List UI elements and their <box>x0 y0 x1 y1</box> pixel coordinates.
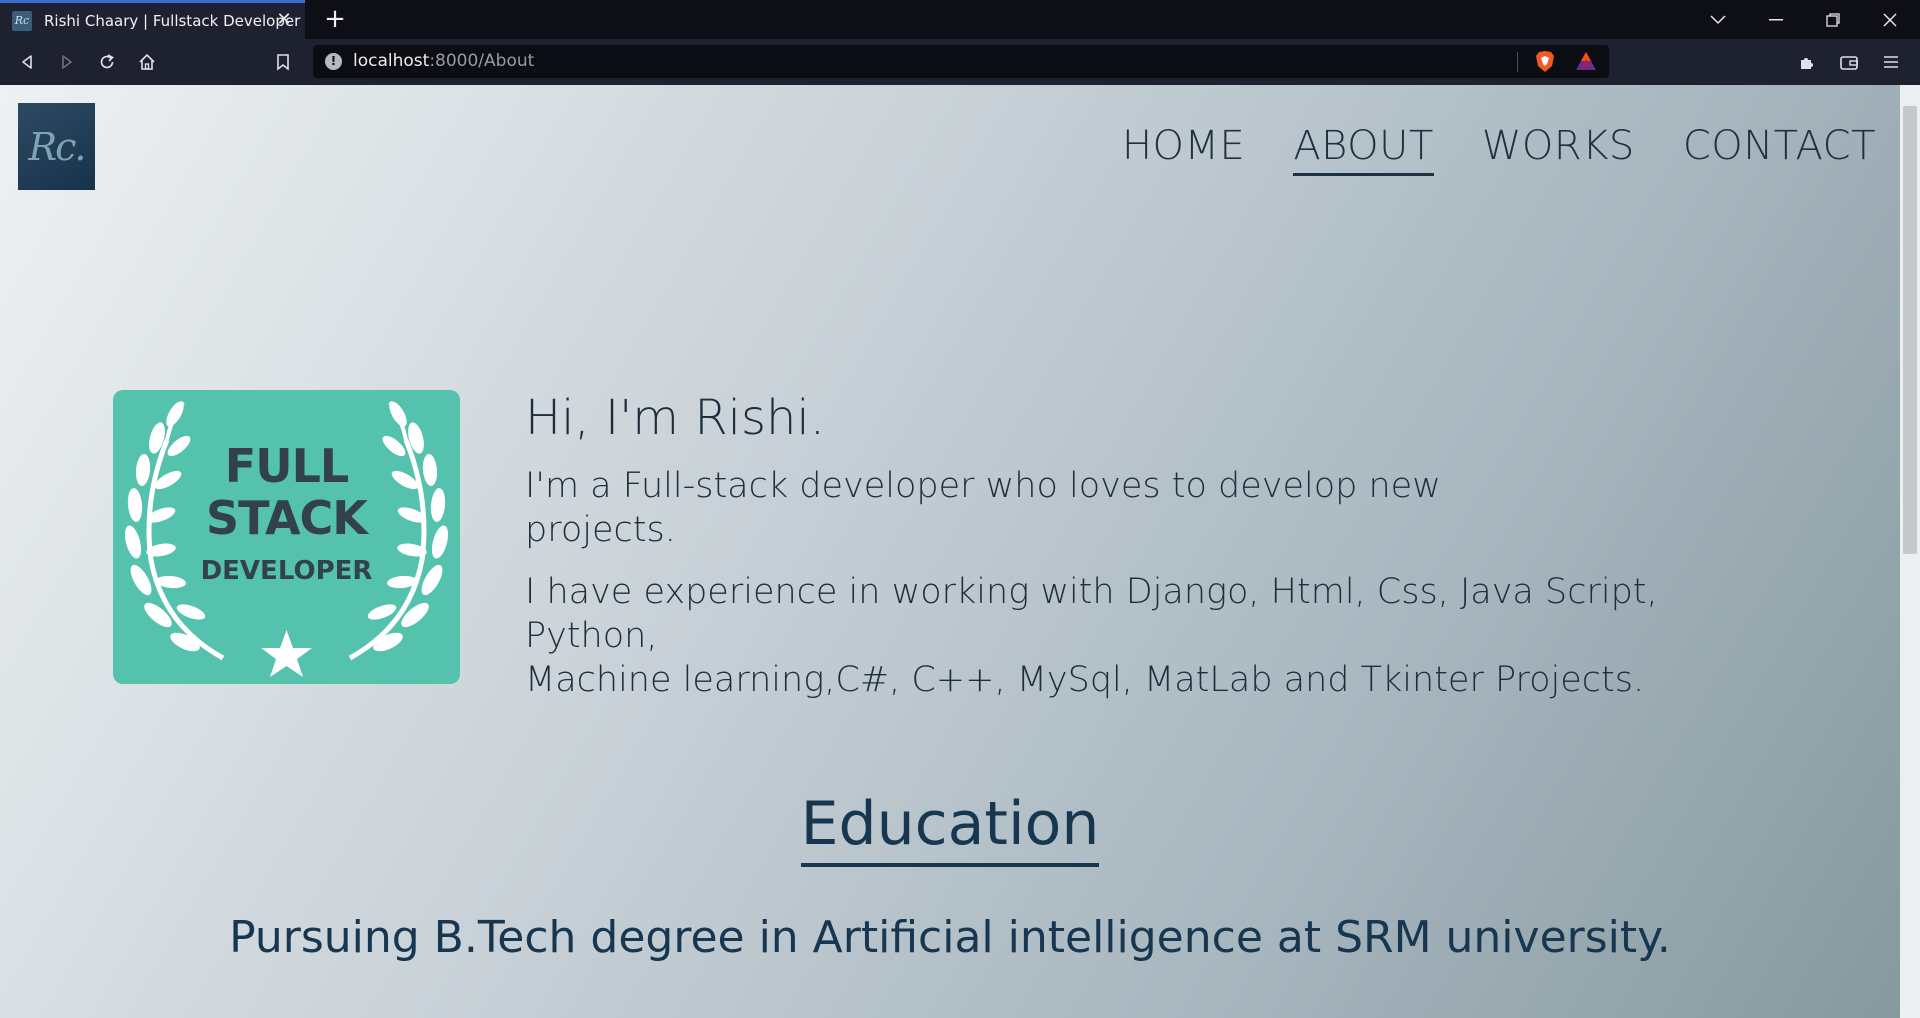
tab-search-icon[interactable] <box>1690 0 1746 39</box>
new-tab-button[interactable]: + <box>320 4 350 34</box>
reload-icon[interactable] <box>92 47 122 77</box>
address-bar-divider <box>1517 52 1518 72</box>
education-text: Pursuing B.Tech degree in Artificial int… <box>229 912 1671 963</box>
url-path: :8000/About <box>429 51 535 71</box>
main-nav: HOME ABOUT WORKS CONTACT <box>1122 123 1876 176</box>
logo-text: Rc. <box>28 124 87 169</box>
url-host: localhost <box>353 51 430 71</box>
badge-line-full: FULL <box>225 439 349 493</box>
nav-home[interactable]: HOME <box>1122 123 1245 176</box>
education-section: Education <box>0 785 1900 867</box>
page-viewport: Rc. HOME ABOUT WORKS CONTACT FULL STACK … <box>0 85 1900 1018</box>
active-tab[interactable]: Rc Rishi Chaary | Fullstack Developer ✕ <box>0 0 305 39</box>
star-icon <box>261 630 312 677</box>
fullstack-developer-badge: FULL STACK DEVELOPER <box>113 390 460 684</box>
extensions-icon[interactable] <box>1792 47 1822 77</box>
tab-strip: Rc Rishi Chaary | Fullstack Developer ✕ … <box>0 0 1920 39</box>
site-logo[interactable]: Rc. <box>18 103 95 190</box>
wallet-icon[interactable] <box>1834 47 1864 77</box>
bat-rewards-icon[interactable] <box>1575 51 1597 72</box>
experience-line-1: I have experience in working with Django… <box>525 572 1658 656</box>
menu-icon[interactable] <box>1876 47 1906 77</box>
back-icon[interactable] <box>12 47 42 77</box>
nav-about[interactable]: ABOUT <box>1293 123 1434 176</box>
url-text[interactable]: localhost:8000/About <box>353 51 534 71</box>
badge-line-developer: DEVELOPER <box>201 556 373 586</box>
tab-title: Rishi Chaary | Fullstack Developer <box>44 12 301 30</box>
experience-line-2: Machine learning,C#, C++, MySql, MatLab … <box>525 660 1645 700</box>
nav-contact[interactable]: CONTACT <box>1683 123 1876 176</box>
nav-works[interactable]: WORKS <box>1482 123 1635 176</box>
address-bar[interactable]: ! localhost:8000/About <box>313 45 1609 78</box>
education-heading: Education <box>800 785 1100 867</box>
experience-paragraph: I have experience in working with Django… <box>525 570 1675 702</box>
greeting-heading: Hi, I'm Rishi. <box>525 390 826 446</box>
page-scrollbar[interactable] <box>1900 85 1920 1018</box>
brave-shields-icon[interactable] <box>1535 50 1555 73</box>
home-icon[interactable] <box>132 47 162 77</box>
badge-line-stack: STACK <box>206 491 370 545</box>
tab-close-icon[interactable]: ✕ <box>273 9 295 31</box>
forward-icon[interactable] <box>52 47 82 77</box>
restore-icon[interactable] <box>1805 0 1861 39</box>
minimize-icon[interactable] <box>1748 0 1804 39</box>
intro-section: Hi, I'm Rishi. I'm a Full-stack develope… <box>525 390 1675 702</box>
intro-paragraph: I'm a Full-stack developer who loves to … <box>525 466 1441 550</box>
close-icon[interactable] <box>1862 0 1918 39</box>
bookmark-icon[interactable] <box>268 47 298 77</box>
info-icon[interactable]: ! <box>325 53 342 70</box>
scrollbar-thumb[interactable] <box>1903 106 1917 554</box>
tab-favicon: Rc <box>12 11 32 31</box>
